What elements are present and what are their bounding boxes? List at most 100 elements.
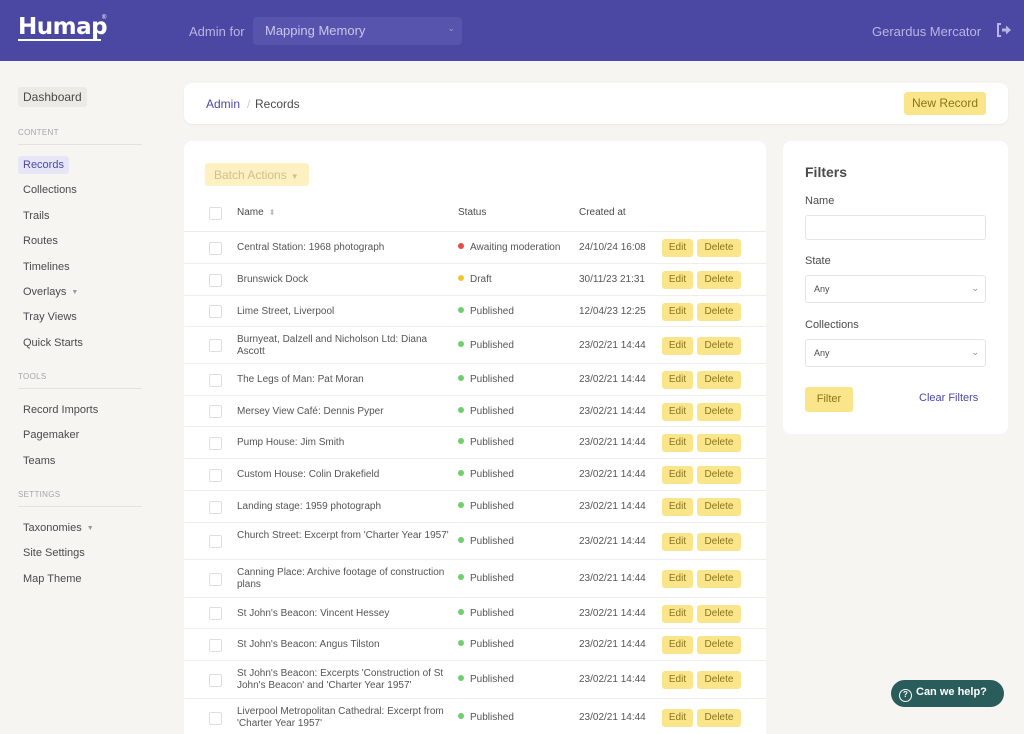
- breadcrumb-admin-link[interactable]: Admin: [206, 97, 240, 111]
- sidebar-item-tray-views[interactable]: Tray Views: [18, 308, 82, 326]
- edit-button[interactable]: Edit: [662, 402, 693, 421]
- sidebar-item-trails[interactable]: Trails: [18, 207, 54, 225]
- row-checkbox[interactable]: [209, 535, 222, 548]
- delete-button[interactable]: Delete: [697, 570, 741, 588]
- row-checkbox[interactable]: [209, 241, 222, 255]
- sidebar-item-records[interactable]: Records: [18, 156, 69, 174]
- filter-button[interactable]: Filter: [805, 387, 853, 412]
- record-name[interactable]: Liverpool Metropolitan Cathedral: Excerp…: [237, 706, 449, 730]
- sidebar-item-teams[interactable]: Teams: [18, 452, 60, 470]
- record-name[interactable]: St John's Beacon: Angus Tilston: [237, 639, 449, 651]
- batch-actions-button[interactable]: Batch Actions ▼: [205, 163, 309, 186]
- status-badge: Published: [458, 501, 514, 512]
- sidebar-item-collections[interactable]: Collections: [18, 181, 82, 199]
- caret-down-icon: ▼: [290, 172, 299, 181]
- breadcrumb-separator: /: [247, 97, 251, 111]
- record-name[interactable]: Lime Street, Liverpool: [237, 306, 449, 318]
- record-name[interactable]: St John's Beacon: Vincent Hessey: [237, 608, 449, 620]
- edit-button[interactable]: Edit: [662, 302, 693, 321]
- collections-filter-select[interactable]: Any ⌄: [805, 339, 986, 367]
- humap-logo[interactable]: Humap: [18, 14, 108, 40]
- delete-button[interactable]: Delete: [697, 336, 741, 355]
- column-header-name[interactable]: Name ⬍: [237, 207, 275, 218]
- delete-button[interactable]: Delete: [697, 466, 741, 484]
- row-checkbox[interactable]: [209, 500, 222, 514]
- delete-button[interactable]: Delete: [697, 239, 741, 257]
- delete-button[interactable]: Delete: [697, 434, 741, 452]
- select-all-checkbox[interactable]: [209, 207, 222, 220]
- sidebar-item-site-settings[interactable]: Site Settings: [18, 544, 90, 562]
- edit-button[interactable]: Edit: [662, 709, 693, 727]
- delete-button[interactable]: Delete: [697, 498, 741, 516]
- edit-button[interactable]: Edit: [662, 466, 693, 484]
- record-name[interactable]: St John's Beacon: Excerpts 'Construction…: [237, 668, 449, 692]
- edit-button[interactable]: Edit: [662, 371, 693, 389]
- row-checkbox[interactable]: [209, 607, 222, 620]
- sidebar-item-pagemaker[interactable]: Pagemaker: [18, 426, 84, 444]
- delete-button[interactable]: Delete: [697, 402, 741, 421]
- delete-button[interactable]: Delete: [697, 604, 741, 623]
- help-button[interactable]: ? Can we help?: [891, 680, 1004, 707]
- delete-button[interactable]: Delete: [697, 709, 741, 727]
- status-badge: Published: [458, 340, 514, 351]
- row-checkbox[interactable]: [209, 339, 222, 352]
- edit-button[interactable]: Edit: [662, 570, 693, 588]
- record-name[interactable]: Pump House: Jim Smith: [237, 437, 449, 449]
- delete-button[interactable]: Delete: [697, 302, 741, 321]
- site-select[interactable]: Mapping Memory ⌄: [253, 17, 462, 45]
- name-filter-input[interactable]: [805, 215, 986, 240]
- row-checkbox[interactable]: [209, 405, 222, 418]
- new-record-button[interactable]: New Record: [904, 92, 986, 115]
- edit-button[interactable]: Edit: [662, 434, 693, 452]
- caret-down-icon[interactable]: ▼: [87, 525, 94, 532]
- edit-button[interactable]: Edit: [662, 636, 693, 654]
- row-checkbox[interactable]: [209, 572, 222, 586]
- record-name[interactable]: Burnyeat, Dalzell and Nicholson Ltd: Dia…: [237, 334, 449, 358]
- caret-down-icon[interactable]: ▼: [71, 289, 78, 296]
- delete-button[interactable]: Delete: [697, 532, 741, 551]
- row-checkbox[interactable]: [209, 273, 222, 287]
- row-checkbox[interactable]: [209, 711, 222, 725]
- row-checkbox[interactable]: [209, 373, 222, 387]
- breadcrumb-bar: Admin / Records New Record: [184, 83, 1008, 124]
- record-name[interactable]: Canning Place: Archive footage of constr…: [237, 567, 449, 591]
- record-name[interactable]: Custom House: Colin Drakefield: [237, 469, 449, 481]
- delete-button[interactable]: Delete: [697, 636, 741, 654]
- delete-button[interactable]: Delete: [697, 271, 741, 289]
- column-header-created: Created at: [579, 207, 626, 218]
- row-checkbox[interactable]: [209, 638, 222, 652]
- edit-button[interactable]: Edit: [662, 532, 693, 551]
- row-checkbox[interactable]: [209, 468, 222, 482]
- edit-button[interactable]: Edit: [662, 498, 693, 516]
- delete-button[interactable]: Delete: [697, 371, 741, 389]
- row-checkbox[interactable]: [209, 436, 222, 450]
- sidebar-item-record-imports[interactable]: Record Imports: [18, 401, 103, 419]
- row-checkbox[interactable]: [209, 673, 222, 687]
- record-name[interactable]: Mersey View Café: Dennis Pyper: [237, 406, 449, 418]
- record-name[interactable]: The Legs of Man: Pat Moran: [237, 374, 449, 386]
- sidebar-item-taxonomies[interactable]: Taxonomies ▼: [18, 519, 99, 537]
- sidebar-item-routes[interactable]: Routes: [18, 232, 63, 250]
- row-checkbox[interactable]: [209, 305, 222, 318]
- edit-button[interactable]: Edit: [662, 271, 693, 289]
- sign-out-icon[interactable]: [995, 22, 1013, 38]
- edit-button[interactable]: Edit: [662, 604, 693, 623]
- status-text: Published: [470, 639, 514, 650]
- edit-button[interactable]: Edit: [662, 239, 693, 257]
- sidebar-item-timelines[interactable]: Timelines: [18, 258, 75, 276]
- edit-button[interactable]: Edit: [662, 671, 693, 689]
- record-name[interactable]: Central Station: 1968 photograph: [237, 242, 449, 254]
- sidebar-item-map-theme[interactable]: Map Theme: [18, 570, 87, 588]
- sidebar-item-quick-starts[interactable]: Quick Starts: [18, 334, 88, 352]
- edit-button[interactable]: Edit: [662, 336, 693, 355]
- state-filter-select[interactable]: Any ⌄: [805, 275, 986, 303]
- user-name[interactable]: Gerardus Mercator: [872, 24, 981, 39]
- record-name[interactable]: Brunswick Dock: [237, 274, 449, 286]
- sidebar-item-overlays[interactable]: Overlays ▼: [18, 283, 83, 301]
- record-name[interactable]: Church Street: Excerpt from 'Charter Yea…: [237, 530, 449, 542]
- clear-filters-link[interactable]: Clear Filters: [919, 392, 978, 404]
- sort-icon[interactable]: ⬍: [269, 208, 276, 217]
- record-name[interactable]: Landing stage: 1959 photograph: [237, 501, 449, 513]
- sidebar-item-dashboard[interactable]: Dashboard: [18, 87, 87, 107]
- delete-button[interactable]: Delete: [697, 671, 741, 689]
